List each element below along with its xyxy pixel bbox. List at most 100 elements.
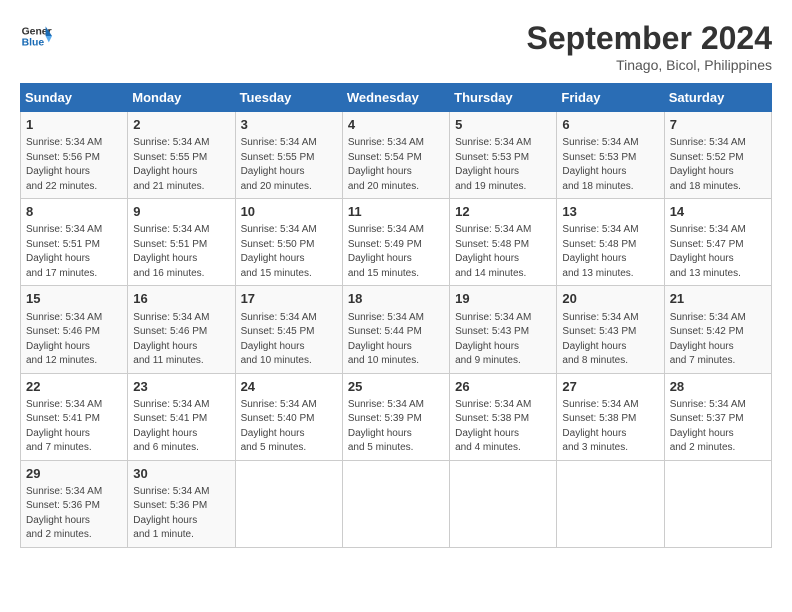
day-number: 4 (348, 116, 444, 134)
day-cell-6: 6 Sunrise: 5:34 AMSunset: 5:53 PMDayligh… (557, 112, 664, 199)
day-cell-18: 18 Sunrise: 5:34 AMSunset: 5:44 PMDaylig… (342, 286, 449, 373)
empty-cell (342, 460, 449, 547)
week-row-3: 15 Sunrise: 5:34 AMSunset: 5:46 PMDaylig… (21, 286, 772, 373)
col-thursday: Thursday (450, 84, 557, 112)
day-number: 24 (241, 378, 337, 396)
day-number: 3 (241, 116, 337, 134)
day-cell-15: 15 Sunrise: 5:34 AMSunset: 5:46 PMDaylig… (21, 286, 128, 373)
day-info: Sunrise: 5:34 AMSunset: 5:42 PMDaylight … (670, 311, 766, 369)
day-info: Sunrise: 5:34 AMSunset: 5:55 PMDaylight … (133, 136, 229, 194)
day-cell-1: 1 Sunrise: 5:34 AMSunset: 5:56 PMDayligh… (21, 112, 128, 199)
empty-cell (557, 460, 664, 547)
day-info: Sunrise: 5:34 AMSunset: 5:41 PMDaylight … (133, 398, 229, 456)
empty-cell (664, 460, 771, 547)
day-cell-29: 29 Sunrise: 5:34 AMSunset: 5:36 PMDaylig… (21, 460, 128, 547)
day-cell-5: 5 Sunrise: 5:34 AMSunset: 5:53 PMDayligh… (450, 112, 557, 199)
day-cell-28: 28 Sunrise: 5:34 AMSunset: 5:37 PMDaylig… (664, 373, 771, 460)
col-tuesday: Tuesday (235, 84, 342, 112)
col-sunday: Sunday (21, 84, 128, 112)
day-info: Sunrise: 5:34 AMSunset: 5:56 PMDaylight … (26, 136, 122, 194)
day-number: 8 (26, 203, 122, 221)
day-info: Sunrise: 5:34 AMSunset: 5:54 PMDaylight … (348, 136, 444, 194)
day-number: 5 (455, 116, 551, 134)
day-cell-25: 25 Sunrise: 5:34 AMSunset: 5:39 PMDaylig… (342, 373, 449, 460)
day-info: Sunrise: 5:34 AMSunset: 5:52 PMDaylight … (670, 136, 766, 194)
title-area: September 2024 Tinago, Bicol, Philippine… (527, 20, 772, 73)
day-cell-14: 14 Sunrise: 5:34 AMSunset: 5:47 PMDaylig… (664, 199, 771, 286)
empty-cell (235, 460, 342, 547)
day-number: 16 (133, 290, 229, 308)
day-info: Sunrise: 5:34 AMSunset: 5:38 PMDaylight … (562, 398, 658, 456)
day-number: 15 (26, 290, 122, 308)
day-info: Sunrise: 5:34 AMSunset: 5:43 PMDaylight … (455, 311, 551, 369)
header-row: Sunday Monday Tuesday Wednesday Thursday… (21, 84, 772, 112)
day-info: Sunrise: 5:34 AMSunset: 5:38 PMDaylight … (455, 398, 551, 456)
day-cell-30: 30 Sunrise: 5:34 AMSunset: 5:36 PMDaylig… (128, 460, 235, 547)
day-cell-20: 20 Sunrise: 5:34 AMSunset: 5:43 PMDaylig… (557, 286, 664, 373)
day-cell-22: 22 Sunrise: 5:34 AMSunset: 5:41 PMDaylig… (21, 373, 128, 460)
day-number: 6 (562, 116, 658, 134)
day-info: Sunrise: 5:34 AMSunset: 5:39 PMDaylight … (348, 398, 444, 456)
week-row-5: 29 Sunrise: 5:34 AMSunset: 5:36 PMDaylig… (21, 460, 772, 547)
day-number: 18 (348, 290, 444, 308)
day-cell-21: 21 Sunrise: 5:34 AMSunset: 5:42 PMDaylig… (664, 286, 771, 373)
day-info: Sunrise: 5:34 AMSunset: 5:45 PMDaylight … (241, 311, 337, 369)
day-info: Sunrise: 5:34 AMSunset: 5:44 PMDaylight … (348, 311, 444, 369)
day-number: 26 (455, 378, 551, 396)
week-row-4: 22 Sunrise: 5:34 AMSunset: 5:41 PMDaylig… (21, 373, 772, 460)
day-info: Sunrise: 5:34 AMSunset: 5:36 PMDaylight … (133, 485, 229, 543)
day-info: Sunrise: 5:34 AMSunset: 5:49 PMDaylight … (348, 223, 444, 281)
day-number: 10 (241, 203, 337, 221)
location: Tinago, Bicol, Philippines (527, 57, 772, 73)
day-info: Sunrise: 5:34 AMSunset: 5:51 PMDaylight … (26, 223, 122, 281)
day-info: Sunrise: 5:34 AMSunset: 5:46 PMDaylight … (26, 311, 122, 369)
empty-cell (450, 460, 557, 547)
day-cell-26: 26 Sunrise: 5:34 AMSunset: 5:38 PMDaylig… (450, 373, 557, 460)
day-cell-12: 12 Sunrise: 5:34 AMSunset: 5:48 PMDaylig… (450, 199, 557, 286)
day-cell-2: 2 Sunrise: 5:34 AMSunset: 5:55 PMDayligh… (128, 112, 235, 199)
day-number: 21 (670, 290, 766, 308)
day-number: 20 (562, 290, 658, 308)
day-cell-23: 23 Sunrise: 5:34 AMSunset: 5:41 PMDaylig… (128, 373, 235, 460)
day-number: 14 (670, 203, 766, 221)
day-info: Sunrise: 5:34 AMSunset: 5:50 PMDaylight … (241, 223, 337, 281)
day-number: 22 (26, 378, 122, 396)
day-number: 28 (670, 378, 766, 396)
day-number: 2 (133, 116, 229, 134)
calendar-table: Sunday Monday Tuesday Wednesday Thursday… (20, 83, 772, 548)
day-cell-13: 13 Sunrise: 5:34 AMSunset: 5:48 PMDaylig… (557, 199, 664, 286)
col-wednesday: Wednesday (342, 84, 449, 112)
day-number: 23 (133, 378, 229, 396)
day-cell-10: 10 Sunrise: 5:34 AMSunset: 5:50 PMDaylig… (235, 199, 342, 286)
day-cell-7: 7 Sunrise: 5:34 AMSunset: 5:52 PMDayligh… (664, 112, 771, 199)
logo-icon: General Blue (20, 20, 52, 52)
week-row-2: 8 Sunrise: 5:34 AMSunset: 5:51 PMDayligh… (21, 199, 772, 286)
col-saturday: Saturday (664, 84, 771, 112)
page-header: General Blue September 2024 Tinago, Bico… (20, 20, 772, 73)
day-info: Sunrise: 5:34 AMSunset: 5:51 PMDaylight … (133, 223, 229, 281)
day-info: Sunrise: 5:34 AMSunset: 5:55 PMDaylight … (241, 136, 337, 194)
day-info: Sunrise: 5:34 AMSunset: 5:48 PMDaylight … (455, 223, 551, 281)
day-cell-8: 8 Sunrise: 5:34 AMSunset: 5:51 PMDayligh… (21, 199, 128, 286)
day-number: 25 (348, 378, 444, 396)
day-number: 11 (348, 203, 444, 221)
day-number: 29 (26, 465, 122, 483)
week-row-1: 1 Sunrise: 5:34 AMSunset: 5:56 PMDayligh… (21, 112, 772, 199)
day-number: 7 (670, 116, 766, 134)
col-friday: Friday (557, 84, 664, 112)
day-cell-17: 17 Sunrise: 5:34 AMSunset: 5:45 PMDaylig… (235, 286, 342, 373)
col-monday: Monday (128, 84, 235, 112)
day-cell-9: 9 Sunrise: 5:34 AMSunset: 5:51 PMDayligh… (128, 199, 235, 286)
day-cell-19: 19 Sunrise: 5:34 AMSunset: 5:43 PMDaylig… (450, 286, 557, 373)
day-info: Sunrise: 5:34 AMSunset: 5:40 PMDaylight … (241, 398, 337, 456)
day-number: 1 (26, 116, 122, 134)
day-cell-24: 24 Sunrise: 5:34 AMSunset: 5:40 PMDaylig… (235, 373, 342, 460)
svg-text:Blue: Blue (22, 38, 45, 49)
day-info: Sunrise: 5:34 AMSunset: 5:48 PMDaylight … (562, 223, 658, 281)
logo: General Blue (20, 20, 52, 52)
day-info: Sunrise: 5:34 AMSunset: 5:37 PMDaylight … (670, 398, 766, 456)
day-number: 9 (133, 203, 229, 221)
day-cell-16: 16 Sunrise: 5:34 AMSunset: 5:46 PMDaylig… (128, 286, 235, 373)
day-cell-4: 4 Sunrise: 5:34 AMSunset: 5:54 PMDayligh… (342, 112, 449, 199)
day-info: Sunrise: 5:34 AMSunset: 5:53 PMDaylight … (562, 136, 658, 194)
